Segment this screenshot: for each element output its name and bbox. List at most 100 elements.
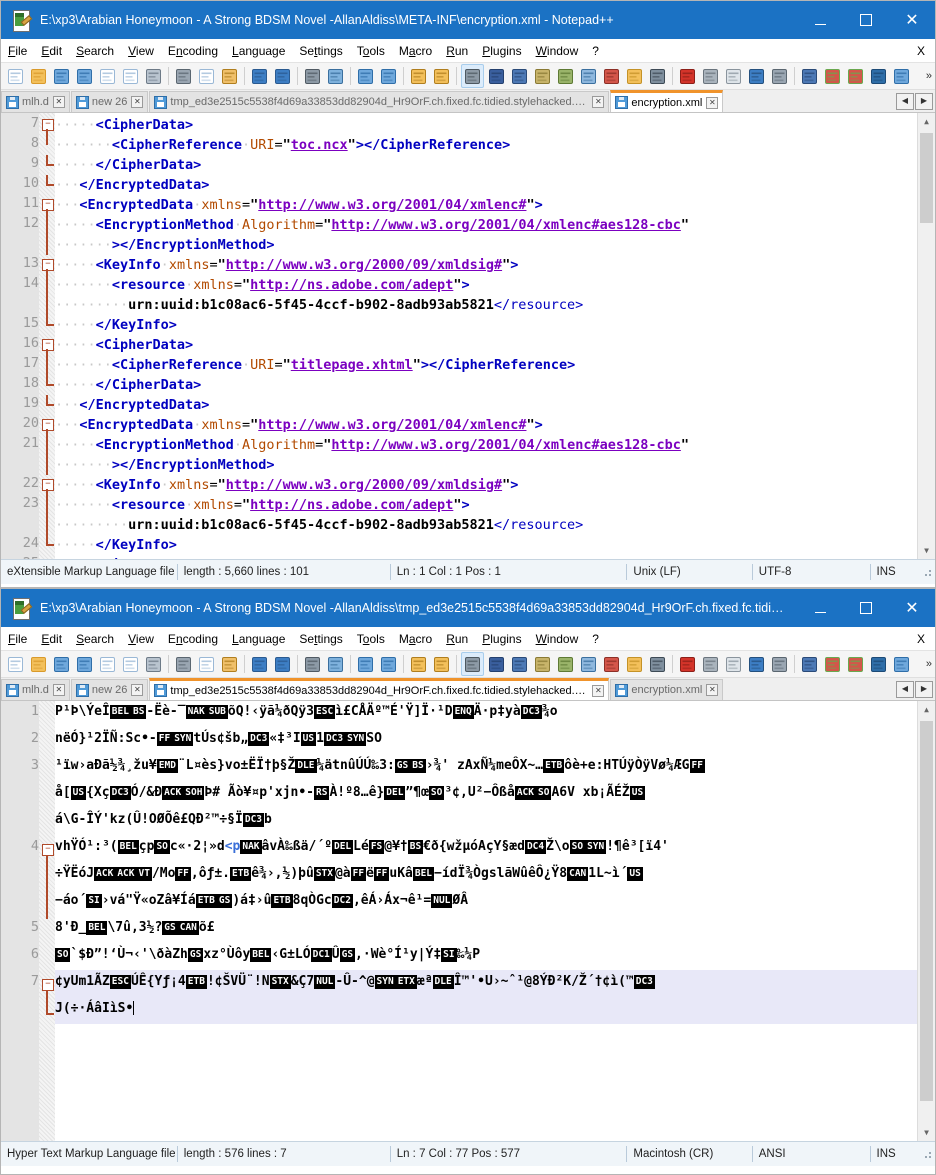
sync-horizontal-icon[interactable] <box>431 653 452 675</box>
collapse-all-icon[interactable] <box>868 653 889 675</box>
close-icon[interactable]: ✕ <box>52 96 65 108</box>
stop-recording-icon[interactable] <box>700 653 721 675</box>
play-multiple-icon[interactable] <box>746 653 767 675</box>
open-file-icon[interactable] <box>28 65 49 87</box>
code-area[interactable]: P¹Þ\ÝeÎ BEL BS -Ëè-‾ NAK SUB õQ!‹ÿã¼ðQÿ3 ESC ì£C… <box>55 701 918 1141</box>
minimize-button[interactable] <box>797 589 843 627</box>
window2-toolbar[interactable]: » <box>1 651 935 678</box>
tab-1[interactable]: new 26 ✕ <box>70 679 149 700</box>
find-icon[interactable] <box>302 653 323 675</box>
show-document-map-icon[interactable] <box>555 65 576 87</box>
fold-toggle-icon[interactable]: − <box>42 339 54 351</box>
code-line[interactable]: ···<EncryptedData·xmlns="http://www.w3.o… <box>55 415 543 435</box>
record-macro-icon[interactable] <box>677 653 698 675</box>
menu-window[interactable]: Window <box>529 630 586 648</box>
menu-close-document[interactable]: X <box>917 44 925 58</box>
menu-edit[interactable]: Edit <box>34 630 69 648</box>
fold-toggle-icon[interactable]: − <box>42 119 54 131</box>
scroll-down-arrow[interactable]: ▼ <box>918 542 935 559</box>
undo-icon[interactable] <box>249 65 270 87</box>
code-line[interactable]: ·····<KeyInfo·xmlns="http://www.w3.org/2… <box>55 255 518 275</box>
binary-line[interactable]: −áo´ SI ›vá"Ÿ«oZâ¥Íá ETB GS)á‡›û ETB 8qÒGc DC2,… <box>55 892 468 909</box>
fold-margin[interactable]: −−−−−−− <box>39 113 55 559</box>
cut-icon[interactable] <box>173 65 194 87</box>
new-file-icon[interactable] <box>5 653 26 675</box>
paste-icon[interactable] <box>219 653 240 675</box>
tab-scroll-right-icon[interactable]: ▶ <box>915 93 933 110</box>
toolbar-overflow-icon[interactable]: » <box>926 70 932 82</box>
code-line[interactable]: ·········urn:uuid:b1c08ac6-5f45-4ccf-b90… <box>55 295 583 315</box>
zoom-out-icon[interactable] <box>378 653 399 675</box>
window1-editor[interactable]: 7 8 9 10 11 12 13 14 15 16 17 18 19 20 21 22 23 24 25 − − − −… <box>1 113 935 559</box>
open-file-icon[interactable] <box>28 653 49 675</box>
menu-window[interactable]: Window <box>529 42 586 60</box>
tab-2[interactable]: tmp_ed3e2515c5538f4d69a33853dd82904d_Hr9… <box>149 91 610 112</box>
fold-margin[interactable]: − − <box>39 701 55 1141</box>
menu-plugins[interactable]: Plugins <box>475 630 528 648</box>
close-all-icon[interactable] <box>120 65 141 87</box>
split-view-icon[interactable] <box>822 653 843 675</box>
code-line[interactable]: ·······<resource·xmlns="http://ns.adobe.… <box>55 495 470 515</box>
close-icon[interactable]: ✕ <box>131 96 144 108</box>
menu-file[interactable]: File <box>1 42 34 60</box>
save-icon[interactable] <box>51 65 72 87</box>
window2-titlebar[interactable]: E:\xp3\Arabian Honeymoon - A Strong BDSM… <box>1 589 935 627</box>
stop-recording-icon[interactable] <box>700 65 721 87</box>
monitoring-icon[interactable] <box>647 65 668 87</box>
close-icon[interactable]: ✕ <box>706 684 719 696</box>
uncollapse-all-icon[interactable] <box>891 653 912 675</box>
binary-line[interactable]: ÷ŸËóJ ACK ACK VT/Mo FF ,ôƒ±. ETB ê¾›,½)þû STX @à F… <box>55 865 643 882</box>
window1-titlebar[interactable]: E:\xp3\Arabian Honeymoon - A Strong BDSM… <box>1 1 935 39</box>
uncollapse-all-icon[interactable] <box>891 65 912 87</box>
tab-0[interactable]: mlh.d ✕ <box>1 679 70 700</box>
window2-tabbar[interactable]: mlh.d ✕ new 26 ✕ tmp_ed3e2515c5538f4d69a3385… <box>1 678 935 701</box>
document-list-icon[interactable] <box>578 653 599 675</box>
close-button[interactable]: ✕ <box>889 1 935 39</box>
close-all-icon[interactable] <box>120 653 141 675</box>
vertical-scrollbar[interactable]: ▲ ▼ <box>917 113 935 559</box>
menu-help[interactable]: ? <box>585 42 606 60</box>
save-all-icon[interactable] <box>74 65 95 87</box>
close-split-icon[interactable] <box>845 65 866 87</box>
code-line[interactable]: ·······<CipherReference·URI="titlepage.x… <box>55 355 575 375</box>
scroll-down-arrow[interactable]: ▼ <box>918 1124 935 1141</box>
print-icon[interactable] <box>143 653 164 675</box>
menu-run[interactable]: Run <box>439 630 475 648</box>
menu-help[interactable]: ? <box>585 630 606 648</box>
undo-icon[interactable] <box>249 653 270 675</box>
fold-toggle-icon[interactable]: − <box>42 199 54 211</box>
menu-tools[interactable]: Tools <box>350 630 392 648</box>
cut-icon[interactable] <box>173 653 194 675</box>
code-line[interactable]: ·····<KeyInfo·xmlns="http://www.w3.org/2… <box>55 475 518 495</box>
ui-user-defined-dialog-icon[interactable] <box>532 653 553 675</box>
redo-icon[interactable] <box>272 65 293 87</box>
fold-toggle-icon[interactable]: − <box>42 844 54 856</box>
copy-icon[interactable] <box>196 65 217 87</box>
monitoring-icon[interactable] <box>647 653 668 675</box>
scroll-thumb[interactable] <box>920 133 933 223</box>
binary-line[interactable]: á\G-ÎÝ'kz(Û!OØÕê£QÐ²™÷§Ï DC3 b <box>55 811 272 828</box>
code-line[interactable]: ·····<CipherData> <box>55 335 193 355</box>
redo-icon[interactable] <box>272 653 293 675</box>
split-view-icon[interactable] <box>822 65 843 87</box>
binary-line[interactable]: vhŸÓ¹:³(BEL çp SO c«·2¦»d<p NAK âvÀ‰ßä/´º DEL L… <box>55 838 669 855</box>
maximize-button[interactable] <box>843 589 889 627</box>
tab-scroll-buttons[interactable]: ◀ ▶ <box>895 681 933 698</box>
code-line[interactable]: ···<EncryptedData·xmlns="http://www.w3.o… <box>55 195 543 215</box>
code-line[interactable]: ·····<CipherData> <box>55 555 193 559</box>
menu-settings[interactable]: Settings <box>292 630 349 648</box>
menu-search[interactable]: Search <box>69 630 121 648</box>
menu-macro[interactable]: Macro <box>392 630 439 648</box>
menu-search[interactable]: Search <box>69 42 121 60</box>
binary-line[interactable]: J(÷·ÁâIìS• <box>55 1000 135 1017</box>
binary-line[interactable]: 8'Ð_ BEL \7û,3½? GS CAN õ£ <box>55 919 215 936</box>
code-line[interactable]: ···</EncryptedData> <box>55 395 209 415</box>
close-icon[interactable]: ✕ <box>592 96 605 108</box>
code-line[interactable]: ·······<CipherReference·URI="toc.ncx"></… <box>55 135 510 155</box>
collapse-all-icon[interactable] <box>868 65 889 87</box>
fullscreen-icon[interactable] <box>799 653 820 675</box>
save-macro-icon[interactable] <box>769 653 790 675</box>
menu-settings[interactable]: Settings <box>292 42 349 60</box>
code-line[interactable]: ·····<EncryptionMethod·Algorithm="http:/… <box>55 215 689 235</box>
function-list-icon[interactable] <box>601 653 622 675</box>
